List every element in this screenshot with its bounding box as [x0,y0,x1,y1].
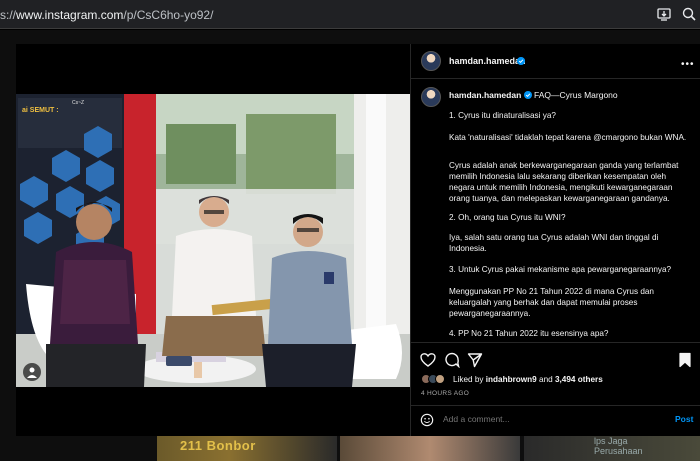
post-timestamp[interactable]: 4 HOURS AGO [421,390,469,397]
caption-paragraph: Kata 'naturalisasi' tidaklah tepat karen… [449,133,687,142]
comment-bubble-icon[interactable] [444,352,460,368]
verified-badge-icon [517,57,525,65]
bookmark-icon[interactable] [677,352,693,368]
caption-title: FAQ—Cyrus Margono [534,90,618,100]
url-text[interactable]: s://www.instagram.com/p/CsC6ho-yo92/ [0,8,213,22]
caption-paragraph: Iya, salah satu orang tua Cyrus adalah W… [449,233,659,253]
comment-input[interactable] [443,414,643,424]
post-comment-button[interactable]: Post [675,414,693,424]
url-prefix: s:// [0,8,17,22]
likes-conjunction: and [539,375,553,384]
url-host: www.instagram.com [16,8,124,22]
caption-paragraph: 3. Untuk Cyrus pakai mekanisme apa pewar… [449,265,672,274]
likes-others[interactable]: 3,494 others [555,375,603,384]
likes-prefix: Liked by [453,375,484,384]
smiley-icon[interactable] [420,413,434,427]
caption-author-username[interactable]: hamdan.hamedan [449,90,521,100]
verified-badge-icon [523,91,532,99]
liked-by-user[interactable]: indahbrown9 [486,375,537,384]
feed-thumbnail[interactable] [340,436,520,461]
post-photo[interactable]: ai SEMUT : Cs~Z [16,94,410,387]
post-actions: Liked by indahbrown9 and 3,494 others 4 … [411,342,700,428]
post-side-panel: hamdan.hamedan ••• hamdan.hamedan FAQ—Cy… [410,44,700,436]
photo-scene: ai SEMUT : Cs~Z [16,94,410,387]
paper-plane-icon[interactable] [467,352,483,368]
author-username[interactable]: hamdan.hamedan [449,56,526,66]
install-app-icon[interactable] [656,6,672,22]
caption-paragraph: Cyrus adalah anak berkewarganegaraan gan… [449,161,679,203]
feed-thumbnail-text: lps Jaga Perusahaan [594,436,643,456]
comment-bar: Post [411,405,700,435]
caption-paragraph: 1. Cyrus itu dinaturalisasi ya? [449,111,556,120]
post-modal: ai SEMUT : Cs~Z hamdan.hamedan ••• hamda… [16,44,700,436]
poster-subheading: Cs~Z [72,100,84,106]
feed-thumbnail-text: 211 Bonbor [180,438,256,453]
url-path: /p/CsC6ho-yo92/ [123,8,214,22]
caption-scroll-area[interactable]: hamdan.hamedan FAQ—Cyrus Margono 1. Cyru… [411,80,700,342]
caption-paragraph: 2. Oh, orang tua Cyrus itu WNI? [449,213,566,222]
caption-paragraph: Menggunakan PP No 21 Tahun 2022 di mana … [449,287,654,318]
likes-summary[interactable]: Liked by indahbrown9 and 3,494 others [453,375,603,384]
post-header: hamdan.hamedan ••• [411,44,700,79]
browser-address-bar[interactable]: s://www.instagram.com/p/CsC6ho-yo92/ [0,0,700,29]
more-options-icon[interactable]: ••• [681,59,695,70]
poster-heading: ai SEMUT : [22,107,59,114]
liker-avatar[interactable] [435,374,445,384]
author-avatar[interactable] [421,51,441,71]
caption-author-avatar[interactable] [421,87,441,107]
zoom-icon[interactable] [681,6,697,22]
caption-paragraph: 4. PP No 21 Tahun 2022 itu esensinya apa… [449,329,609,338]
caption-header: hamdan.hamedan FAQ—Cyrus Margono [449,90,618,100]
heart-icon[interactable] [420,352,436,368]
